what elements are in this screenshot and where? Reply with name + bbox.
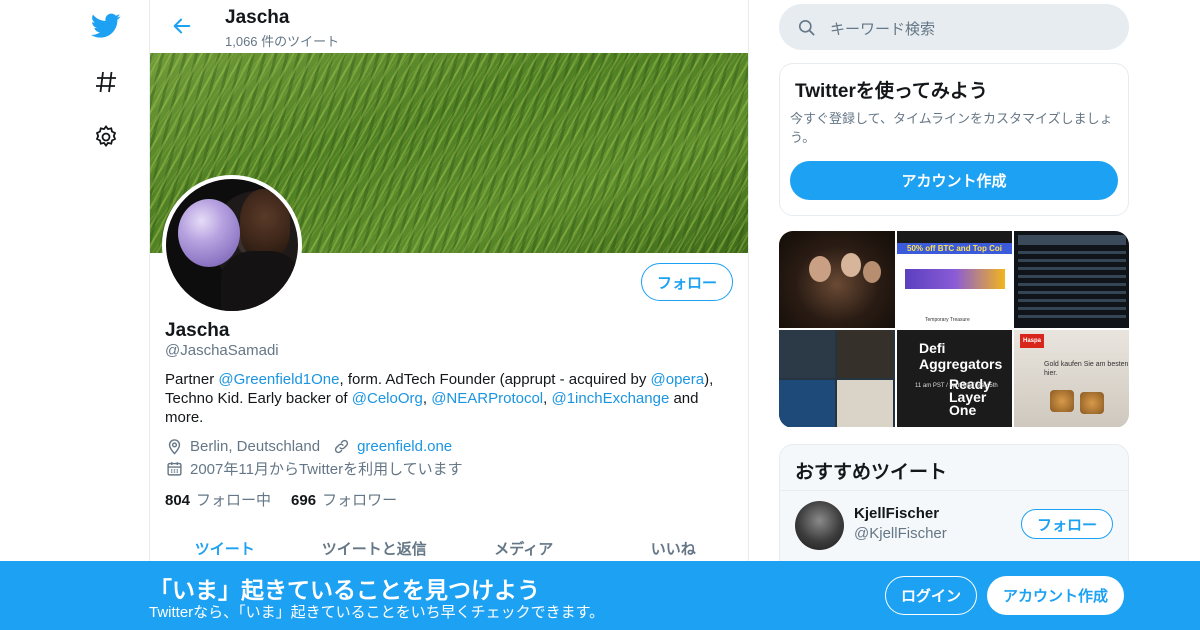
follow-button[interactable]: フォロー [641,263,733,301]
recommended-user-handle: @KjellFischer [854,525,947,542]
search-input[interactable]: キーワード検索 [830,18,935,39]
thumbnail-data-row [1018,275,1126,278]
video-call-cell [837,330,893,378]
signup-card-title: Twitterを使ってみよう [795,81,988,102]
thumbnail-video-strip [1018,235,1126,245]
following-label: フォロー中 [196,492,272,509]
thumbnail-data-row [1018,259,1126,262]
tab-likes[interactable]: いいね [599,530,749,562]
header-name: Jascha [225,7,290,28]
profile-meta-joined-row: 2007年11月からTwitterを利用しています [165,458,463,479]
media-thumbnail[interactable] [1014,231,1129,328]
link-icon [332,437,351,456]
media-thumbnail[interactable]: Haspa Gold kaufen Sie am besten hier. [1014,330,1129,427]
tweet-count: 1,066 件のツイート [225,34,340,49]
recommended-user-name[interactable]: KjellFischer [854,505,939,522]
profile-website-link[interactable]: greenfield.one [357,438,452,455]
bottom-signup-banner: 「いま」起きていることを見つけよう Twitterなら、「いま」起きていることを… [0,561,1200,630]
media-thumbnail[interactable]: 50% off BTC and Top Coi Temporary Treasu… [897,231,1012,328]
back-arrow-icon[interactable] [168,12,196,40]
banner-subtitle: Twitterなら、「いま」起きていることをいち早くチェックできます。 [149,604,605,621]
photo-face [841,253,861,277]
profile-joined-date: 2007年11月からTwitterを利用しています [190,461,463,478]
avatar-hair [240,189,290,259]
video-call-cell [779,380,835,427]
recommended-title: おすすめツイート [795,462,948,483]
avatar-body [221,251,298,311]
gold-coin [1080,392,1104,414]
thumbnail-sign-text: Gold kaufen Sie am besten hier. [1044,361,1129,377]
profile-header-bar: Jascha 1,066 件のツイート [150,0,748,53]
search-bar[interactable]: キーワード検索 [779,4,1129,50]
media-thumbnail[interactable]: Defi Aggregators Ready Layer One 11 am P… [897,330,1012,427]
photo-face [809,256,831,282]
profile-avatar[interactable] [162,175,302,315]
divider [780,490,1128,491]
signup-card-description: 今すぐ登録して、タイムラインをカスタマイズしましょう。 [790,111,1113,145]
profile-location: Berlin, Deutschland [190,438,321,455]
mention-near[interactable]: @NEARProtocol [431,390,543,407]
profile-stats: 804 フォロー中 696 フォロワー [165,489,417,510]
mention-1inch[interactable]: @1inchExchange [551,390,669,407]
login-button[interactable]: ログイン [885,576,977,615]
avatar-balloon [178,199,240,267]
followers-label: フォロワー [322,492,398,509]
thumbnail-data-row [1018,299,1126,302]
thumbnail-data-row [1018,251,1126,254]
video-call-cell [779,330,835,378]
profile-tabs: ツイート ツイートと返信 メディア いいね [150,530,748,562]
thumbnail-ad-banner [905,269,1005,289]
thumbnail-data-row [1018,267,1126,270]
thumbnail-data-row [1018,283,1126,286]
bank-logo: Haspa [1020,334,1044,348]
thumbnail-data-row [1018,291,1126,294]
thumbnail-title-text: Defi Aggregators [919,340,1003,372]
followers-stat[interactable]: 696 フォロワー [291,489,397,510]
profile-column: Jascha 1,066 件のツイート フォロー Jascha @JaschaS… [149,0,749,630]
following-stat[interactable]: 804 フォロー中 [165,489,271,510]
recommended-user-avatar[interactable] [795,501,844,550]
video-call-cell [837,380,893,427]
photo-face [863,261,881,283]
mention-celo[interactable]: @CeloOrg [352,390,423,407]
mention-opera[interactable]: @opera [651,371,705,388]
thumbnail-promo-text: 50% off BTC and Top Coi [897,243,1012,254]
thumbnail-time-text: 11 am PST / 8pm CET May 5th [915,383,998,389]
media-thumbnail[interactable] [779,330,895,427]
bio-text: , [422,390,432,407]
following-count: 804 [165,492,191,509]
profile-bio: Partner @Greenfield1One, form. AdTech Fo… [165,370,725,427]
media-thumbnail[interactable] [779,231,895,328]
tab-tweets-and-replies[interactable]: ツイートと返信 [300,530,450,562]
calendar-icon [165,459,184,478]
create-account-button[interactable]: アカウント作成 [790,161,1118,200]
twitter-bird-icon[interactable] [88,8,124,44]
recommended-follow-button[interactable]: フォロー [1021,509,1113,539]
mention-greenfield[interactable]: @Greenfield1One [218,371,339,388]
profile-handle: @JaschaSamadi [165,342,279,359]
thumbnail-data-row [1018,307,1126,310]
gear-icon[interactable] [88,119,124,155]
search-icon [795,16,817,38]
banner-create-account-button[interactable]: アカウント作成 [987,576,1124,615]
bio-text: , form. AdTech Founder (apprupt - acquir… [339,371,651,388]
banner-title: 「いま」起きていることを見つけよう [149,577,540,603]
bio-text: Partner [165,371,219,388]
tab-media[interactable]: メディア [449,530,599,562]
tab-tweets[interactable]: ツイート [150,530,300,562]
thumbnail-data-row [1018,315,1126,318]
thumbnail-ad-caption: Temporary Treasure [925,317,970,323]
media-grid: 50% off BTC and Top Coi Temporary Treasu… [779,231,1129,428]
location-pin-icon [165,437,184,456]
hashtag-icon[interactable] [88,64,124,100]
gold-coin [1050,390,1074,412]
thumbnail-topbar [897,231,1012,243]
profile-name: Jascha [165,320,230,341]
signup-card: Twitterを使ってみよう 今すぐ登録して、タイムラインをカスタマイズしましょ… [779,63,1129,216]
profile-meta-location-row: Berlin, Deutschland greenfield.one [165,437,452,456]
followers-count: 696 [291,492,317,509]
